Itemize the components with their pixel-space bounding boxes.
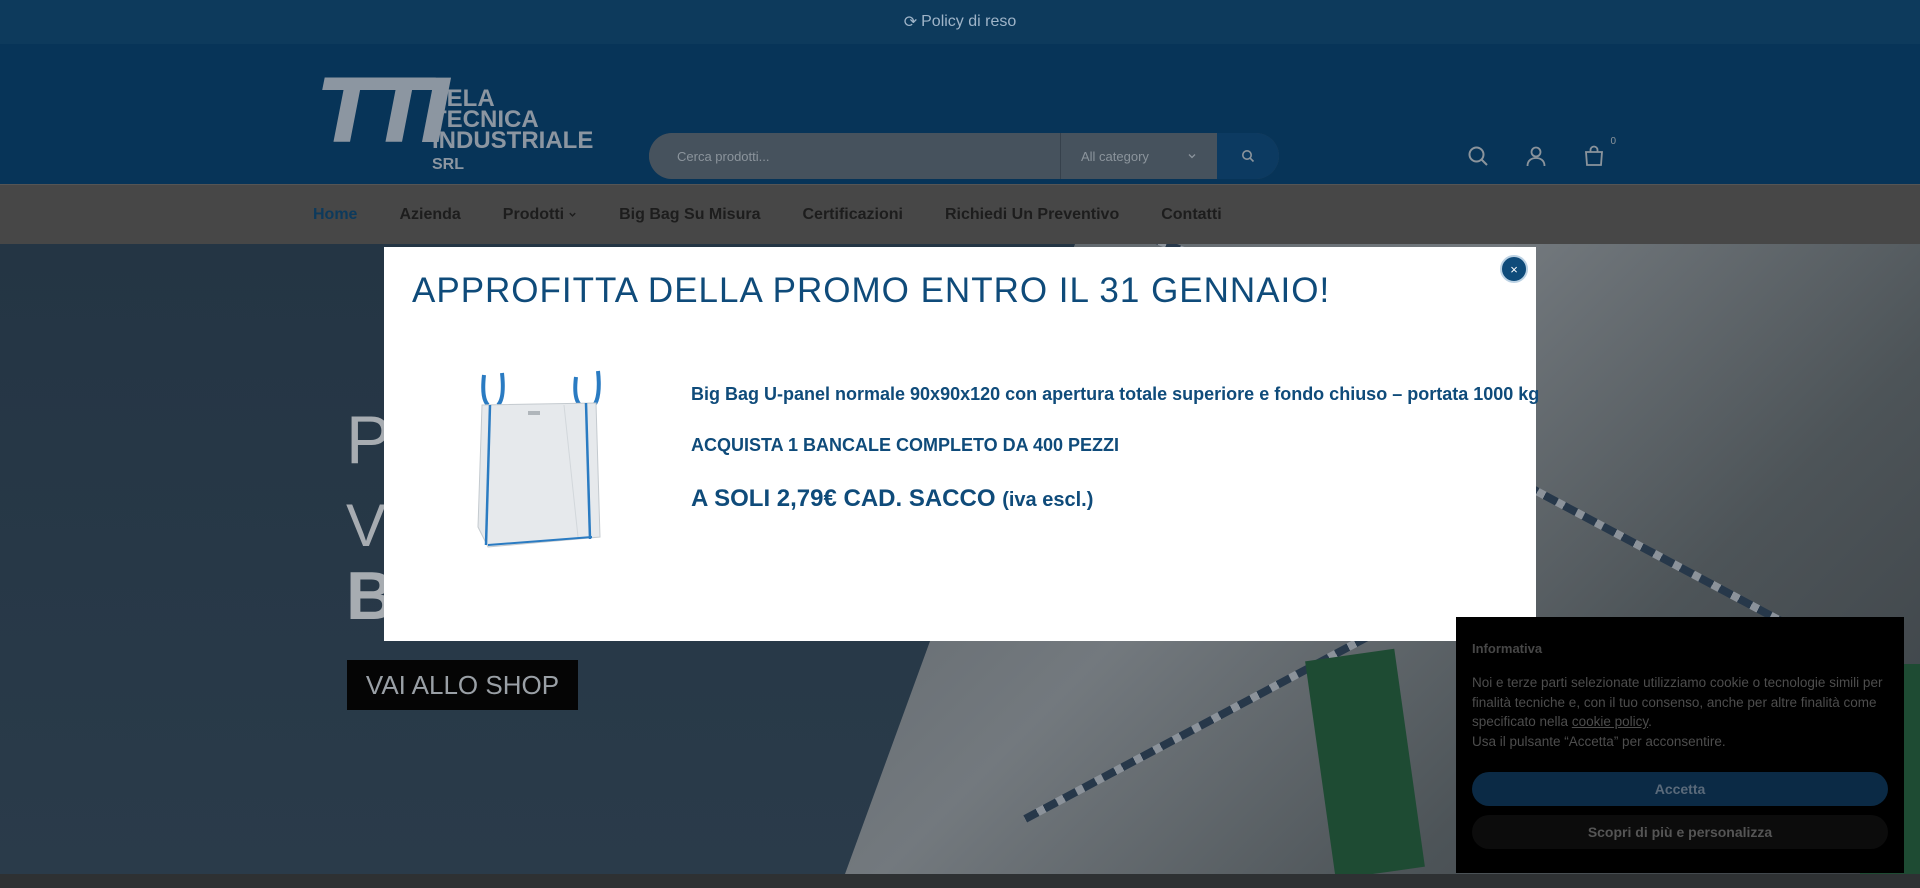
refresh-icon: ⟳ [903,14,918,31]
logo-suffix: SRL [432,156,464,173]
category-select-value: All category [1081,148,1149,164]
chevron-down-icon [569,212,576,217]
cookie-policy-link[interactable]: cookie policy [1572,714,1648,729]
modal-title: APPROFITTA DELLA PROMO ENTRO IL 31 GENNA… [412,271,1331,310]
cookie-title: Informativa [1472,641,1543,656]
nav-item-big-bag-su-misura[interactable]: Big Bag Su Misura [619,206,760,224]
cart-button[interactable]: 0 [1582,136,1616,168]
close-icon: × [1510,261,1518,277]
cookie-text-line-2: Usa il pulsante “Accetta” per acconsenti… [1472,733,1726,749]
search-icon [1242,150,1255,163]
promo-modal: APPROFITTA DELLA PROMO ENTRO IL 31 GENNA… [384,247,1540,641]
nav-item-azienda[interactable]: Azienda [399,206,460,224]
site-header: TTI TELA TECNICA INDUSTRIALE SRL All cat… [0,44,1920,184]
promo-product-description: Big Bag U-panel normale 90x90x120 con ap… [691,384,1540,404]
search-input[interactable] [649,133,1060,179]
nav-item-home[interactable]: Home [313,206,357,224]
page-bottom-strip [0,874,1920,888]
header-search-button[interactable] [1466,144,1490,168]
chevron-down-icon [1188,154,1196,159]
shop-button[interactable]: VAI ALLO SHOP [347,660,578,710]
hero-heading-line-2: V [346,492,387,559]
category-select[interactable]: All category [1060,133,1217,179]
close-button[interactable]: × [1500,255,1528,283]
cookie-text: Noi e terze parti selezionate utilizziam… [1472,673,1892,751]
promo-price: A SOLI 2,79€ CAD. SACCO (iva escl.) [691,485,1093,513]
nav-item-label: Prodotti [502,205,565,223]
nav-item-richiedi-un-preventivo[interactable]: Richiedi Un Preventivo [945,206,1119,224]
site-logo[interactable]: TTI TELA TECNICA INDUSTRIALE SRL [318,60,598,174]
main-nav: Home Azienda Prodotti Big Bag Su Misura … [0,184,1920,244]
return-policy-link[interactable]: Policy di reso [921,13,1016,31]
search-submit-button[interactable] [1217,133,1279,179]
cart-count-badge: 0 [1610,136,1616,147]
big-bag-image [477,370,601,548]
accept-cookies-button[interactable]: Accetta [1472,772,1888,806]
promo-price-note: (iva escl.) [1002,489,1094,511]
cookie-banner: Informativa Noi e terze parti selezionat… [1456,617,1904,873]
logo-line-3: INDUSTRIALE [432,127,594,154]
customize-cookies-button[interactable]: Scopri di più e personalizza [1472,815,1888,849]
logo-wordmark: TELA TECNICA INDUSTRIALE SRL [432,87,598,175]
cookie-text-part-2: . [1648,714,1652,729]
cookie-text-part-1: Noi e terze parti selezionate utilizziam… [1472,675,1883,729]
user-icon [1526,146,1546,167]
promo-price-value: A SOLI 2,79€ CAD. SACCO [691,485,996,512]
search-icon [1468,146,1488,166]
nav-item-certificazioni[interactable]: Certificazioni [802,206,902,224]
cart-icon [1585,145,1603,166]
promo-offer: ACQUISTA 1 BANCALE COMPLETO DA 400 PEZZI [691,435,1120,455]
top-announcement-bar: ⟳ Policy di reso [0,0,1920,44]
logo-mark: TTI [318,60,453,163]
header-icons: 0 [1466,136,1616,168]
nav-item-prodotti[interactable]: Prodotti [503,206,577,224]
search-bar: All category [649,133,1279,179]
account-button[interactable] [1524,144,1548,168]
nav-item-contatti[interactable]: Contatti [1161,206,1221,224]
